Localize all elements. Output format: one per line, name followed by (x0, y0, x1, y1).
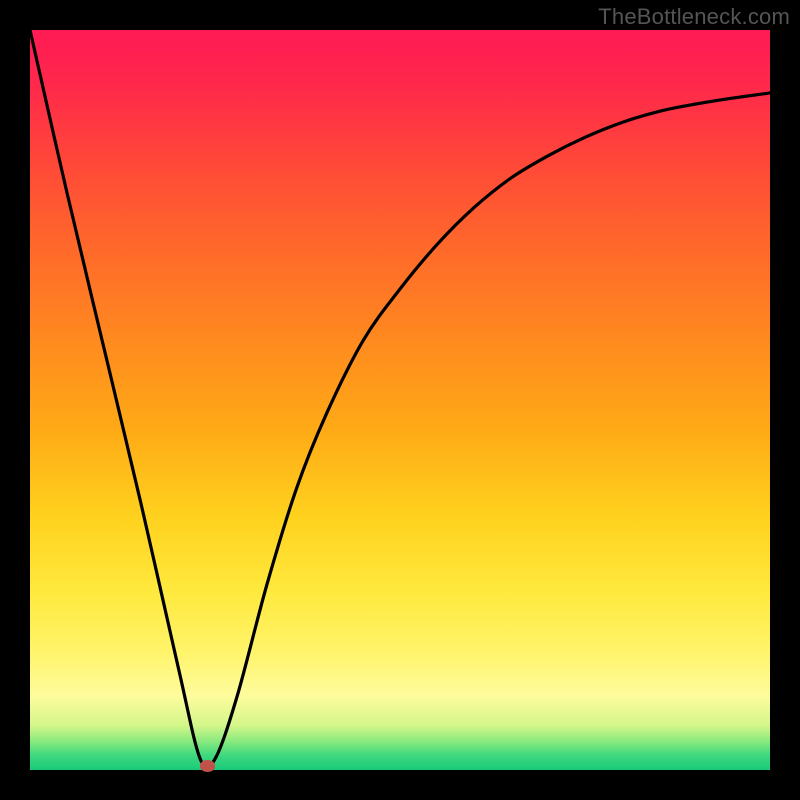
plot-area (30, 30, 770, 770)
bottleneck-curve (30, 30, 770, 770)
minimum-marker (200, 760, 215, 772)
attribution-text: TheBottleneck.com (598, 4, 790, 30)
chart-frame: TheBottleneck.com (0, 0, 800, 800)
